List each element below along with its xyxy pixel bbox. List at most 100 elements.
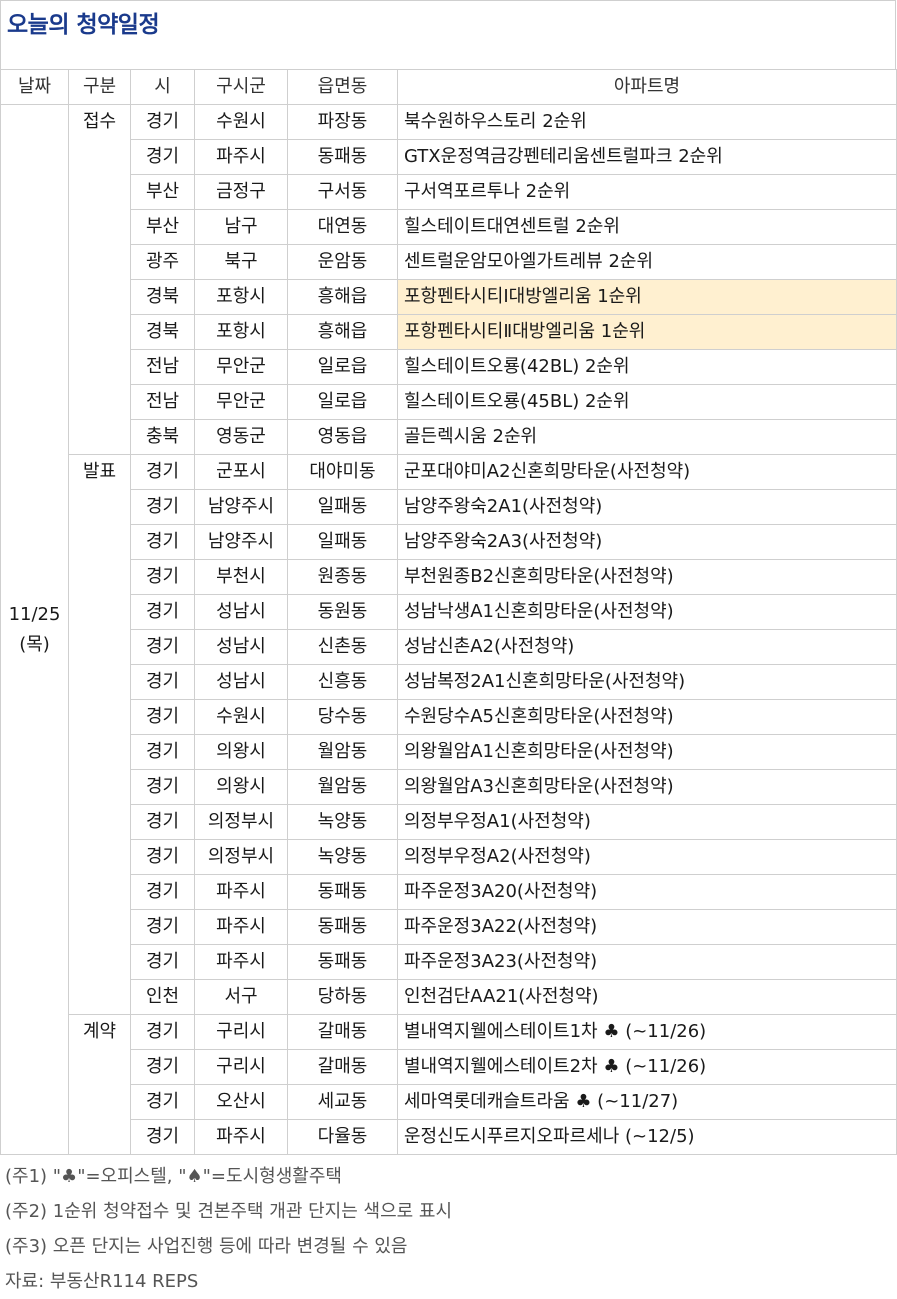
city-cell: 경기 <box>130 874 195 910</box>
apartment-cell: 별내역지웰에스테이트1차 ♣ (~11/26) <box>397 1014 897 1050</box>
table-row: 경기 수원시 당수동 수원당수A5신혼희망타운(사전청약) <box>1 699 897 735</box>
town-cell: 영동읍 <box>287 419 398 455</box>
notes: (주1) "♣"=오피스텔, "♠"=도시형생활주택 (주2) 1순위 청약접수… <box>0 1159 896 1299</box>
table-body: 11/25 (목) 접수 경기 수원시 파장동 북수원하우스토리 2순위 경기 파주시 동패동 GT… <box>0 104 897 1155</box>
apartment-cell: 군포대야미A2신혼희망타운(사전청약) <box>397 454 897 490</box>
district-cell: 금정구 <box>194 174 288 210</box>
apartment-cell: 파주운정3A22(사전청약) <box>397 909 897 945</box>
source-note: 자료: 부동산R114 REPS <box>5 1271 199 1292</box>
district-cell: 오산시 <box>194 1084 288 1120</box>
city-cell: 경기 <box>130 909 195 945</box>
table-row: 경기 성남시 신흥동 성남복정2A1신혼희망타운(사전청약) <box>1 664 897 700</box>
note-3: (주3) 오픈 단지는 사업진행 등에 따라 변경될 수 있음 <box>5 1236 408 1257</box>
town-cell: 원종동 <box>287 559 398 595</box>
district-cell: 부천시 <box>194 559 288 595</box>
schedule-container: 오늘의 청약일정 날짜 구분 시 구시군 읍면동 아파트명 11/25 (목) 접수… <box>0 0 897 1299</box>
town-cell: 당하동 <box>287 979 398 1015</box>
district-cell: 구리시 <box>194 1014 288 1050</box>
table-row: 경기 오산시 세교동 세마역롯데캐슬트라움 ♣ (~11/27) <box>1 1084 897 1120</box>
table-row: 인천 서구 당하동 인천검단AA21(사전청약) <box>1 979 897 1015</box>
district-cell: 의왕시 <box>194 734 288 770</box>
town-cell: 일로읍 <box>287 349 398 385</box>
city-cell: 경기 <box>130 1014 195 1050</box>
table-row: 경기 파주시 동패동 파주운정3A22(사전청약) <box>1 909 897 945</box>
town-cell: 신촌동 <box>287 629 398 665</box>
note-1: (주1) "♣"=오피스텔, "♠"=도시형생활주택 <box>5 1166 342 1187</box>
apartment-cell: 인천검단AA21(사전청약) <box>397 979 897 1015</box>
town-cell: 대연동 <box>287 209 398 245</box>
city-cell: 경기 <box>130 839 195 875</box>
district-cell: 포항시 <box>194 279 288 315</box>
town-cell: 파장동 <box>287 104 398 140</box>
apartment-cell: 힐스테이트오룡(42BL) 2순위 <box>397 349 897 385</box>
table-row: 광주 북구 운암동 센트럴운암모아엘가트레뷰 2순위 <box>1 244 897 280</box>
district-cell: 의정부시 <box>194 839 288 875</box>
table-row: 경기 구리시 갈매동 별내역지웰에스테이트2차 ♣ (~11/26) <box>1 1049 897 1085</box>
district-cell: 파주시 <box>194 944 288 980</box>
apartment-cell: 센트럴운암모아엘가트레뷰 2순위 <box>397 244 897 280</box>
date-cell: 11/25 (목) <box>0 104 69 1155</box>
town-cell: 당수동 <box>287 699 398 735</box>
city-cell: 경북 <box>130 314 195 350</box>
city-cell: 경기 <box>130 664 195 700</box>
table-row: 11/25 (목) 접수 경기 수원시 파장동 북수원하우스토리 2순위 <box>0 104 897 1155</box>
table-row: 경기 의왕시 월암동 의왕월암A3신혼희망타운(사전청약) <box>1 769 897 805</box>
title-box: 오늘의 청약일정 <box>0 0 896 69</box>
city-cell: 전남 <box>130 349 195 385</box>
city-cell: 경기 <box>130 699 195 735</box>
district-cell: 포항시 <box>194 314 288 350</box>
apartment-cell: 별내역지웰에스테이트2차 ♣ (~11/26) <box>397 1049 897 1085</box>
table-row: 경기 성남시 동원동 성남낙생A1신혼희망타운(사전청약) <box>1 594 897 630</box>
apartment-cell: 포항펜타시티Ⅰ대방엘리움 1순위 <box>397 279 897 315</box>
town-cell: 동패동 <box>287 139 398 175</box>
city-cell: 경기 <box>130 524 195 560</box>
group-label: 발표 <box>68 454 131 1015</box>
town-cell: 대야미동 <box>287 454 398 490</box>
city-cell: 경기 <box>130 1119 195 1155</box>
table-row: 경기 파주시 동패동 파주운정3A23(사전청약) <box>1 944 897 980</box>
header-type: 구분 <box>68 69 131 105</box>
district-cell: 파주시 <box>194 909 288 945</box>
town-cell: 일로읍 <box>287 384 398 420</box>
town-cell: 흥해읍 <box>287 279 398 315</box>
town-cell: 동원동 <box>287 594 398 630</box>
table-row: 경기 파주시 동패동 GTX운정역금강펜테리움센트럴파크 2순위 <box>1 139 897 175</box>
table-row: 경북 포항시 흥해읍 포항펜타시티Ⅰ대방엘리움 1순위 <box>1 279 897 315</box>
city-cell: 전남 <box>130 384 195 420</box>
city-cell: 부산 <box>130 174 195 210</box>
table-row: 경기 부천시 원종동 부천원종B2신혼희망타운(사전청약) <box>1 559 897 595</box>
header-town: 읍면동 <box>287 69 398 105</box>
table-row: 경북 포항시 흥해읍 포항펜타시티Ⅱ대방엘리움 1순위 <box>1 314 897 350</box>
district-cell: 수원시 <box>194 699 288 735</box>
district-cell: 성남시 <box>194 664 288 700</box>
district-cell: 영동군 <box>194 419 288 455</box>
table-row: 전남 무안군 일로읍 힐스테이트오룡(42BL) 2순위 <box>1 349 897 385</box>
district-cell: 수원시 <box>194 104 288 140</box>
city-cell: 경기 <box>130 489 195 525</box>
apartment-cell: 남양주왕숙2A1(사전청약) <box>397 489 897 525</box>
town-cell: 갈매동 <box>287 1049 398 1085</box>
apartment-cell: 파주운정3A20(사전청약) <box>397 874 897 910</box>
apartment-cell: 북수원하우스토리 2순위 <box>397 104 897 140</box>
district-cell: 파주시 <box>194 1119 288 1155</box>
header-district: 구시군 <box>194 69 288 105</box>
city-cell: 경기 <box>130 769 195 805</box>
table-row: 경기 남양주시 일패동 남양주왕숙2A3(사전청약) <box>1 524 897 560</box>
date-weekday: (목) <box>19 633 50 655</box>
district-cell: 성남시 <box>194 594 288 630</box>
apartment-cell: 세마역롯데캐슬트라움 ♣ (~11/27) <box>397 1084 897 1120</box>
note-2: (주2) 1순위 청약접수 및 견본주택 개관 단지는 색으로 표시 <box>5 1201 453 1222</box>
city-cell: 경기 <box>130 139 195 175</box>
apartment-cell: 의왕월암A1신혼희망타운(사전청약) <box>397 734 897 770</box>
town-cell: 동패동 <box>287 909 398 945</box>
district-cell: 성남시 <box>194 629 288 665</box>
district-cell: 남양주시 <box>194 489 288 525</box>
apartment-cell: 의왕월암A3신혼희망타운(사전청약) <box>397 769 897 805</box>
town-cell: 동패동 <box>287 944 398 980</box>
city-cell: 경기 <box>130 594 195 630</box>
apartment-cell: GTX운정역금강펜테리움센트럴파크 2순위 <box>397 139 897 175</box>
town-cell: 신흥동 <box>287 664 398 700</box>
town-cell: 운암동 <box>287 244 398 280</box>
district-cell: 파주시 <box>194 139 288 175</box>
city-cell: 경북 <box>130 279 195 315</box>
